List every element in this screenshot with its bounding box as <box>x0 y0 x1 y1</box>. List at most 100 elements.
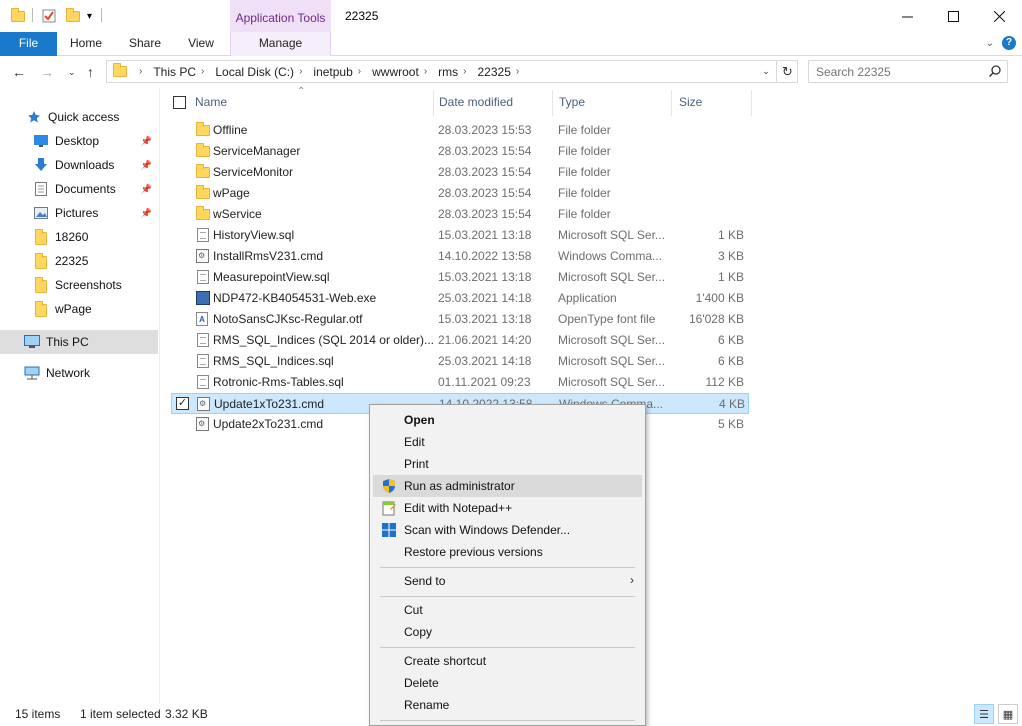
pin-icon[interactable]: 📌 <box>141 160 152 171</box>
close-button[interactable] <box>976 0 1022 32</box>
nav-item-downloads[interactable]: Downloads 📌 <box>0 154 158 176</box>
menu-item-rename[interactable]: Rename <box>373 694 642 716</box>
menu-item-send-to[interactable]: Send to › <box>373 570 642 592</box>
breadcrumb-inetpub[interactable]: inetpub › <box>310 65 369 79</box>
file-date: 28.03.2023 15:53 <box>438 123 532 137</box>
sql-file-icon <box>196 354 210 368</box>
breadcrumb-separator[interactable]: › <box>131 66 150 77</box>
file-date: 15.03.2021 13:18 <box>438 312 532 326</box>
font-file-icon: A <box>196 312 210 326</box>
row-checkbox[interactable]: ✓ <box>176 397 189 410</box>
column-header-date[interactable]: Date modified <box>439 88 552 116</box>
status-selection: 1 item selected <box>80 707 161 721</box>
menu-item-copy[interactable]: Copy <box>373 621 642 643</box>
nav-item-22325[interactable]: 22325 <box>0 250 158 272</box>
pin-icon[interactable]: 📌 <box>141 184 152 195</box>
column-header-type[interactable]: Type <box>559 88 671 116</box>
nav-item-screenshots[interactable]: Screenshots <box>0 274 158 296</box>
large-icons-view-icon[interactable]: ▦ <box>998 704 1018 724</box>
forward-arrow-icon[interactable]: → <box>40 64 54 80</box>
nav-item-desktop[interactable]: Desktop 📌 <box>0 130 158 152</box>
menu-separator <box>380 596 635 597</box>
customize-toolbar-icon[interactable]: ▾ <box>87 6 92 26</box>
file-row[interactable]: ServiceMonitor 28.03.2023 15:54 File folde… <box>171 162 749 183</box>
file-row[interactable]: InstallRmsV231.cmd 14.10.2022 13:58 Window… <box>171 246 749 267</box>
pin-icon[interactable]: 📌 <box>141 208 152 219</box>
column-separator[interactable] <box>433 90 434 116</box>
search-box[interactable] <box>808 60 1008 83</box>
recent-locations-icon[interactable]: ⌄ <box>68 67 76 78</box>
menu-item-cut[interactable]: Cut <box>373 599 642 621</box>
nav-item-wpage[interactable]: wPage <box>0 298 158 320</box>
file-row[interactable]: MeasurepointView.sql 15.03.2021 13:18 Micr… <box>171 267 749 288</box>
file-row[interactable]: Offline 28.03.2023 15:53 File folder <box>171 120 749 141</box>
file-row[interactable]: wService 28.03.2023 15:54 File folder <box>171 204 749 225</box>
menu-item-create-shortcut[interactable]: Create shortcut <box>373 650 642 672</box>
uac-shield-icon <box>381 478 397 494</box>
file-row[interactable]: A NotoSansCJKsc-Regular.otf 15.03.2021 13:… <box>171 309 749 330</box>
file-row[interactable]: RMS_SQL_Indices (SQL 2014 or older).... 2… <box>171 330 749 351</box>
nav-item-documents[interactable]: Documents 📌 <box>0 178 158 200</box>
tab-home[interactable]: Home <box>64 32 108 56</box>
address-dropdown-icon[interactable]: ⌄ <box>757 60 775 83</box>
file-name: NotoSansCJKsc-Regular.otf <box>213 312 363 326</box>
desktop-icon <box>33 133 49 149</box>
breadcrumb-rms[interactable]: rms › <box>435 65 474 79</box>
menu-item-open[interactable]: Open <box>373 409 642 431</box>
nav-network[interactable]: Network <box>0 362 158 384</box>
help-icon[interactable]: ? <box>1002 36 1016 50</box>
menu-item-edit-with-notepad[interactable]: Edit with Notepad++ <box>373 497 642 519</box>
file-row[interactable]: Rotronic-Rms-Tables.sql 01.11.2021 09:23 M… <box>171 372 749 393</box>
file-row[interactable]: NDP472-KB4054531-Web.exe 25.03.2021 14:18… <box>171 288 749 309</box>
file-size: 6 KB <box>717 354 744 368</box>
nav-this-pc[interactable]: This PC <box>0 330 158 354</box>
address-bar[interactable]: › This PC › Local Disk (C:) › inetpub › www… <box>106 60 798 83</box>
column-header-size[interactable]: Size <box>679 88 751 116</box>
up-arrow-icon[interactable]: ↑ <box>87 64 94 80</box>
minimize-button[interactable] <box>884 0 930 32</box>
menu-item-run-as-administrator[interactable]: Run as administrator <box>373 475 642 497</box>
pin-icon[interactable]: 📌 <box>141 136 152 147</box>
breadcrumb-local-disk[interactable]: Local Disk (C:) › <box>212 65 310 79</box>
file-row[interactable]: ServiceManager 28.03.2023 15:54 File folde… <box>171 141 749 162</box>
menu-item-scan-defender[interactable]: Scan with Windows Defender... <box>373 519 642 541</box>
column-separator[interactable] <box>751 90 752 116</box>
menu-item-print[interactable]: Print <box>373 453 642 475</box>
file-row[interactable]: HistoryView.sql 15.03.2021 13:18 Microsoft… <box>171 225 749 246</box>
tab-manage[interactable]: Manage <box>230 32 331 56</box>
new-folder-icon[interactable] <box>66 6 80 26</box>
file-name: NDP472-KB4054531-Web.exe <box>213 291 377 305</box>
back-arrow-icon[interactable]: ← <box>12 64 26 80</box>
search-icon[interactable] <box>988 65 1001 80</box>
nav-label: Downloads <box>55 158 115 172</box>
maximize-button[interactable] <box>930 0 976 32</box>
breadcrumb-this-pc[interactable]: This PC › <box>150 65 212 79</box>
menu-item-edit[interactable]: Edit <box>373 431 642 453</box>
nav-label: Quick access <box>48 110 120 124</box>
menu-item-delete[interactable]: Delete <box>373 672 642 694</box>
nav-item-18260[interactable]: 18260 <box>0 226 158 248</box>
details-view-icon[interactable]: ☰ <box>974 704 994 724</box>
nav-quick-access[interactable]: Quick access <box>0 106 158 128</box>
context-menu: Open Edit Print Run as administrator Edi… <box>369 404 646 726</box>
tab-view[interactable]: View <box>180 32 222 56</box>
column-separator[interactable] <box>552 90 553 116</box>
nav-item-pictures[interactable]: Pictures 📌 <box>0 202 158 224</box>
file-row[interactable]: wPage 28.03.2023 15:54 File folder <box>171 183 749 204</box>
file-date: 21.06.2021 14:20 <box>438 333 532 347</box>
breadcrumb-22325[interactable]: 22325 › <box>475 65 528 79</box>
expand-ribbon-icon[interactable]: ⌄ <box>986 38 994 49</box>
tab-share[interactable]: Share <box>122 32 168 56</box>
breadcrumb-wwwroot[interactable]: wwwroot › <box>369 65 435 79</box>
search-input[interactable] <box>809 61 979 82</box>
tab-file[interactable]: File <box>0 32 57 56</box>
file-row[interactable]: RMS_SQL_Indices.sql 25.03.2021 14:18 Micro… <box>171 351 749 372</box>
column-separator[interactable] <box>671 90 672 116</box>
menu-item-restore-previous-versions[interactable]: Restore previous versions <box>373 541 642 563</box>
properties-icon[interactable] <box>42 6 56 26</box>
column-header-name[interactable]: Name <box>195 88 433 116</box>
select-all-checkbox[interactable] <box>173 96 186 109</box>
file-size: 5 KB <box>717 417 744 431</box>
file-type: Microsoft SQL Ser... <box>558 375 664 389</box>
refresh-icon[interactable]: ↻ <box>776 60 798 83</box>
